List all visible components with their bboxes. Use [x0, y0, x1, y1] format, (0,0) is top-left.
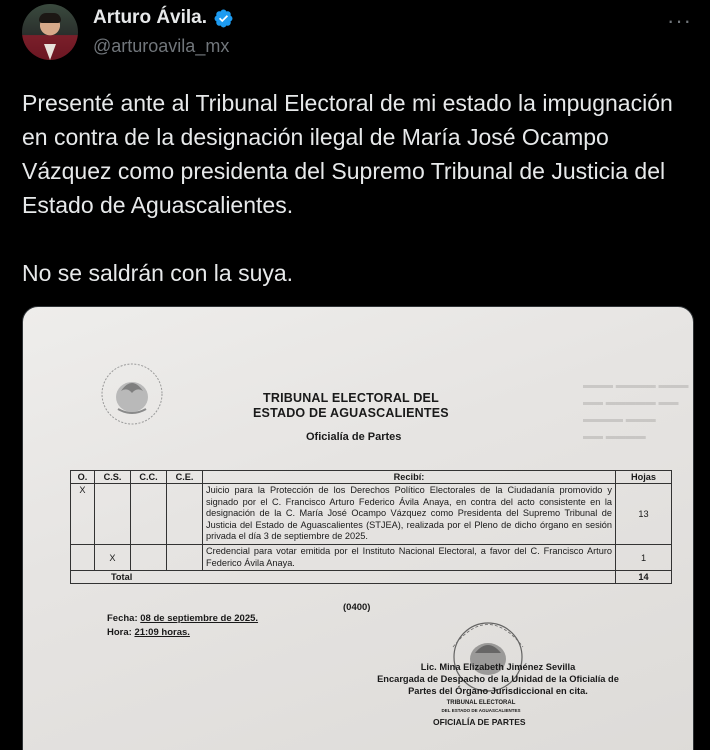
avatar-hair — [39, 13, 61, 23]
oficialia-label: OFICIALÍA DE PARTES — [433, 717, 526, 727]
author-avatar[interactable] — [22, 4, 78, 60]
column-header: C.C. — [130, 470, 167, 484]
table-row: X Credencial para votar emitida por el I… — [70, 543, 672, 572]
column-header: C.S. — [94, 470, 131, 484]
cell-cc — [130, 483, 167, 545]
tweet-paragraph-1: Presenté ante al Tribunal Electoral de m… — [22, 90, 673, 218]
author-display-name[interactable]: Arturo Ávila. — [93, 7, 207, 29]
received-documents-table: O. C.S. C.C. C.E. Recibí: Hojas X Juicio… — [70, 470, 672, 585]
tweet-paragraph-2: No se saldrán con la suya. — [22, 260, 294, 286]
cell-cs: X — [94, 543, 131, 572]
cell-hojas: 13 — [615, 483, 672, 545]
column-header: O. — [70, 470, 95, 484]
cell-description: Credencial para votar emitida por el Ins… — [202, 543, 616, 572]
column-header: Recibí: — [202, 470, 616, 484]
stamp-label-line-1: TRIBUNAL ELECTORAL — [446, 700, 516, 706]
cell-description: Juicio para la Protección de los Derecho… — [202, 483, 616, 545]
fecha-value: 08 de septiembre de 2025. — [140, 613, 259, 624]
table-header-row: O. C.S. C.C. C.E. Recibí: Hojas — [70, 470, 672, 484]
document-title: TRIBUNAL ELECTORAL DEL ESTADO DE AGUASCA… — [253, 391, 503, 421]
document-photo: ▬▬▬ ▬▬▬▬ ▬▬▬ ▬▬ ▬▬▬▬▬ ▬▬ ▬▬▬▬ ▬▬▬ ▬▬ ▬▬▬▬ T… — [23, 307, 693, 750]
hora-label: Hora: — [107, 627, 132, 638]
cell-ce — [166, 543, 203, 572]
reception-datetime: Fecha: 08 de septiembre de 2025. Hora: 2… — [107, 612, 258, 640]
table-row: X Juicio para la Protección de los Derec… — [70, 483, 672, 545]
cell-o — [70, 543, 95, 572]
cell-ce — [166, 483, 203, 545]
cell-o: X — [70, 483, 95, 545]
folio-number: (0400) — [343, 602, 371, 613]
author-name-row: Arturo Ávila. — [93, 7, 234, 29]
column-header: Hojas — [615, 470, 672, 484]
stamp-label-line-2: DEL ESTADO DE AGUASCALIENTES — [441, 708, 521, 713]
fecha-label: Fecha: — [107, 613, 138, 624]
author-handle[interactable]: @arturoavila_mx — [93, 36, 229, 57]
document-title-line-2: ESTADO DE AGUASCALIENTES — [253, 406, 449, 420]
verified-badge-icon — [214, 9, 233, 27]
mexican-coat-of-arms-seal — [101, 363, 163, 425]
avatar-shirt — [44, 44, 56, 60]
total-value: 14 — [615, 570, 672, 585]
total-label: Total — [70, 570, 616, 585]
column-header: C.E. — [166, 470, 203, 484]
cell-cs — [94, 483, 131, 545]
stamp-label: TRIBUNAL ELECTORAL DEL ESTADO DE AGUASCA… — [416, 700, 546, 714]
table-total-row: Total 14 — [70, 570, 672, 585]
bleed-through-text: ▬▬▬ ▬▬▬▬ ▬▬▬ ▬▬ ▬▬▬▬▬ ▬▬ ▬▬▬▬ ▬▬▬ ▬▬ ▬▬▬▬ — [583, 380, 689, 442]
document-title-line-1: TRIBUNAL ELECTORAL DEL — [263, 391, 439, 405]
more-options-button[interactable]: ··· — [667, 8, 692, 34]
signer-name: Lic. Mina Elizabeth Jiménez Sevilla — [420, 662, 576, 672]
signer-block: Lic. Mina Elizabeth Jiménez Sevilla Enca… — [353, 661, 643, 697]
tweet-text: Presenté ante al Tribunal Electoral de m… — [22, 86, 698, 290]
hora-value: 21:09 horas. — [134, 627, 190, 638]
cell-hojas: 1 — [615, 543, 672, 572]
document-subtitle: Oficialía de Partes — [306, 431, 402, 443]
tweet-media-image[interactable]: ▬▬▬ ▬▬▬▬ ▬▬▬ ▬▬ ▬▬▬▬▬ ▬▬ ▬▬▬▬ ▬▬▬ ▬▬ ▬▬▬▬ T… — [22, 306, 694, 750]
cell-cc — [130, 543, 167, 572]
signer-role-line-2: Partes del Órgano Jurisdiccional en cita… — [408, 686, 588, 696]
signer-role-line-1: Encargada de Despacho de la Unidad de la… — [377, 674, 619, 684]
